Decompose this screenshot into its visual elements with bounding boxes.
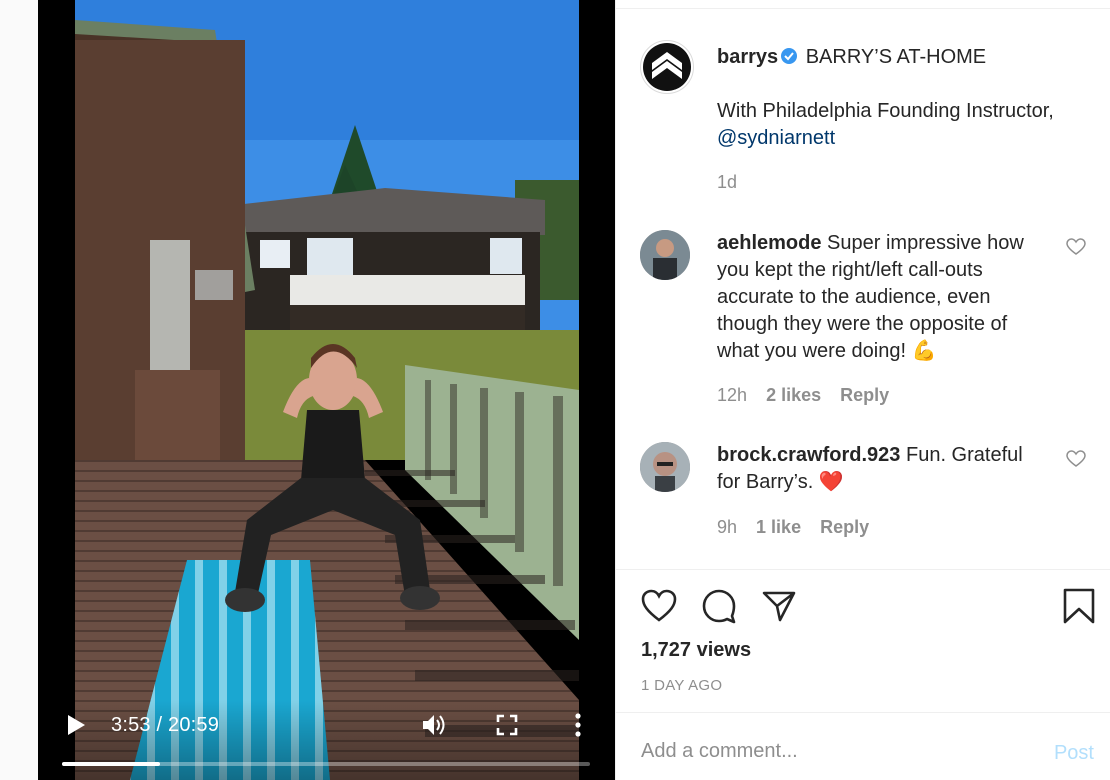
- avatar[interactable]: [640, 40, 694, 94]
- caption-text: barrys BARRY’S AT-HOME With Philadelphia…: [717, 44, 1097, 152]
- video-scene: [75, 0, 579, 780]
- comment-username[interactable]: aehlemode: [717, 232, 821, 254]
- video-frame[interactable]: [75, 0, 579, 780]
- divider: [616, 569, 1110, 570]
- comment-meta: 12h 2 likes Reply: [717, 385, 903, 406]
- save-bookmark-icon[interactable]: [1060, 588, 1098, 624]
- red-heart-emoji-icon: ❤️: [818, 471, 844, 493]
- flexed-biceps-emoji-icon: 💪: [911, 340, 937, 362]
- comment-age: 9h: [717, 517, 738, 537]
- like-comment-heart-icon[interactable]: [1066, 238, 1086, 256]
- play-icon[interactable]: [66, 714, 86, 736]
- caption-line: With Philadelphia Founding Instructor,: [717, 100, 1054, 122]
- video-progress-bar[interactable]: [62, 762, 590, 766]
- comment-input[interactable]: [641, 740, 1021, 763]
- post-author-username[interactable]: barrys: [717, 46, 778, 68]
- avatar[interactable]: [640, 230, 690, 280]
- comment-meta: 9h 1 like Reply: [717, 517, 883, 538]
- divider: [616, 8, 1110, 9]
- like-heart-icon[interactable]: [640, 588, 678, 624]
- avatar[interactable]: [640, 442, 690, 492]
- post-comment-button[interactable]: Post: [1054, 742, 1094, 765]
- view-count[interactable]: 1,727 views: [641, 639, 751, 662]
- share-paper-plane-icon[interactable]: [760, 588, 798, 624]
- post-side-panel: barrys BARRY’S AT-HOME With Philadelphia…: [615, 0, 1110, 780]
- video-player[interactable]: 3:53 / 20:59: [38, 0, 615, 780]
- video-time-display: 3:53 / 20:59: [111, 714, 220, 736]
- video-progress-fill: [62, 762, 160, 766]
- verified-badge-icon: [781, 48, 798, 64]
- comment-likes[interactable]: 2 likes: [766, 385, 821, 405]
- comment-age: 12h: [717, 385, 748, 405]
- like-comment-heart-icon[interactable]: [1066, 450, 1086, 468]
- page-left-margin: [0, 0, 38, 780]
- video-controls: 3:53 / 20:59: [38, 700, 615, 780]
- divider: [616, 712, 1110, 713]
- volume-icon[interactable]: [421, 712, 447, 738]
- more-options-icon[interactable]: [571, 712, 585, 738]
- post-age[interactable]: 1d: [717, 172, 737, 193]
- reply-button[interactable]: Reply: [820, 517, 869, 537]
- comment-likes[interactable]: 1 like: [756, 517, 801, 537]
- post-date[interactable]: 1 DAY AGO: [641, 677, 722, 694]
- instagram-post-page: 3:53 / 20:59 barrys BARRY’S AT-HOME With…: [0, 0, 1110, 780]
- comment-username[interactable]: brock.crawford.923: [717, 444, 900, 466]
- post-title: BARRY’S AT-HOME: [805, 46, 987, 68]
- reply-button[interactable]: Reply: [840, 385, 889, 405]
- mention-link[interactable]: @sydniarnett: [717, 127, 835, 149]
- fullscreen-icon[interactable]: [496, 714, 518, 736]
- barrys-logo-icon: [643, 43, 691, 91]
- comment-text: aehlemode Super impressive how you kept …: [717, 230, 1047, 365]
- comment-text: brock.crawford.923 Fun. Grateful for Bar…: [717, 442, 1047, 496]
- comment-bubble-icon[interactable]: [700, 588, 738, 624]
